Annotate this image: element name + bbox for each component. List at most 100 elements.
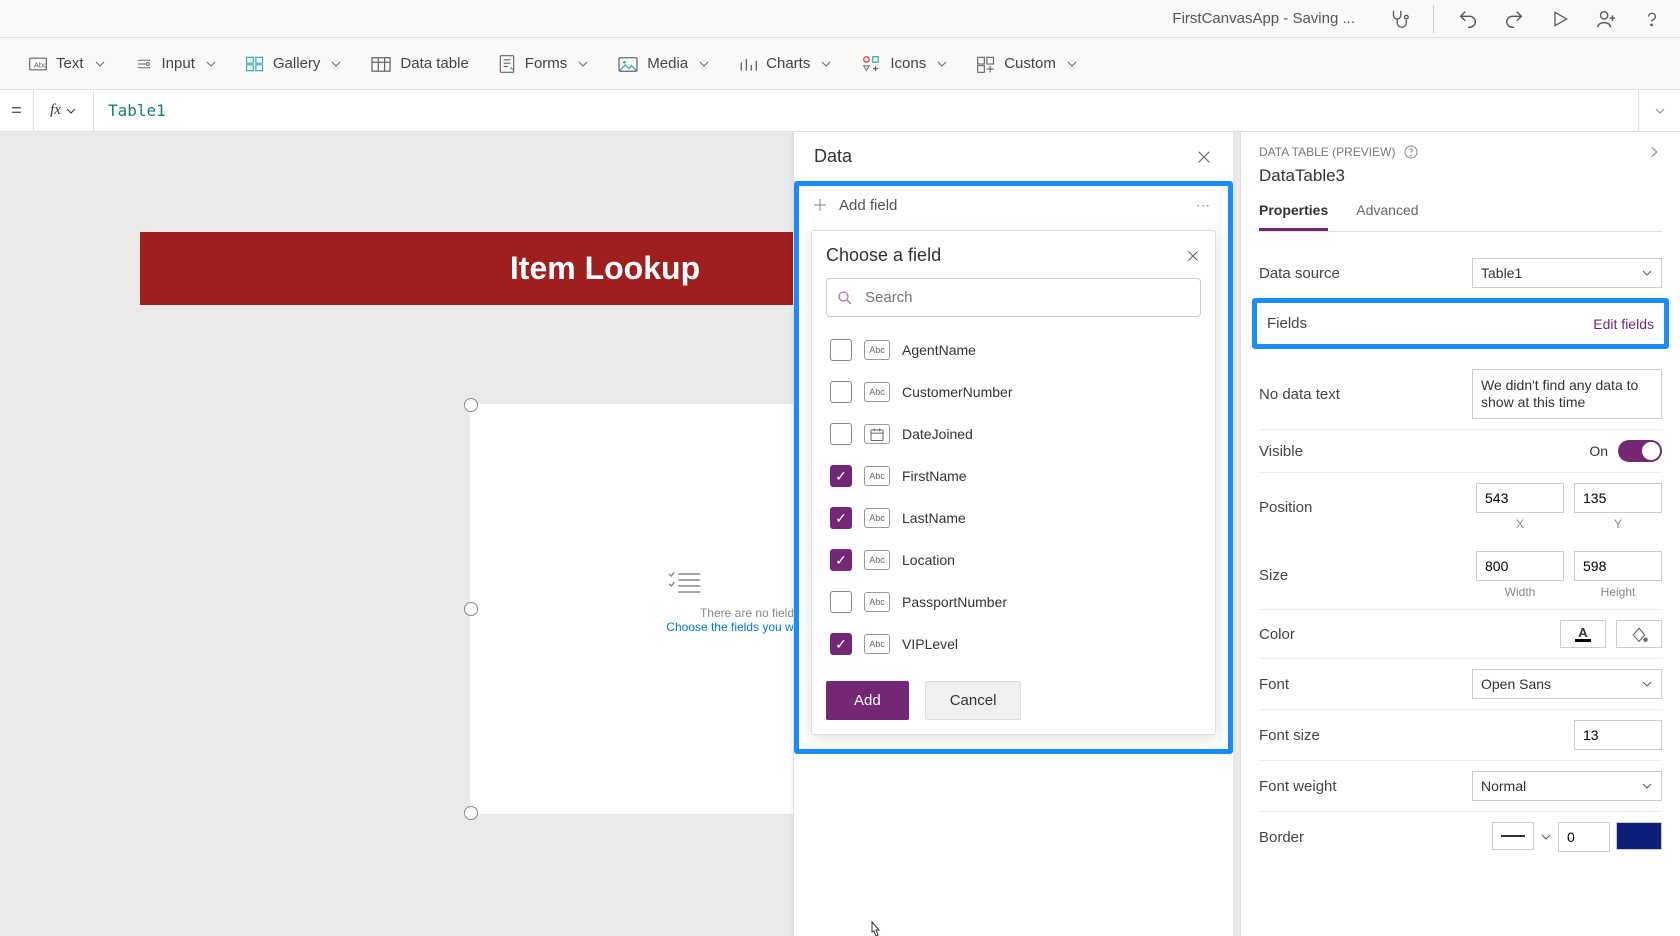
text-type-icon: Abc [864, 340, 890, 360]
text-type-icon: Abc [864, 466, 890, 486]
resize-handle[interactable] [464, 806, 478, 820]
row-size: Size Width Height [1259, 541, 1662, 610]
close-icon[interactable] [1195, 148, 1213, 166]
fill-color-swatch[interactable] [1616, 620, 1662, 648]
datasource-value: Table1 [1481, 265, 1522, 281]
input-border-width[interactable] [1558, 822, 1610, 852]
search-wrap [826, 278, 1201, 317]
add-button[interactable]: Add [826, 681, 909, 720]
ribbon-text[interactable]: Abc Text [28, 55, 106, 73]
checkbox[interactable] [830, 633, 852, 655]
ribbon-charts[interactable]: Charts [738, 55, 832, 73]
label-y: Y [1614, 517, 1622, 531]
row-color: Color A [1259, 610, 1662, 659]
label-datasource: Data source [1259, 265, 1340, 282]
resize-handle[interactable] [464, 602, 478, 616]
canvas-area[interactable]: Item Lookup There are no fields Choose t… [0, 132, 1240, 936]
popup-title: Choose a field [826, 245, 941, 266]
help-icon[interactable] [1640, 7, 1664, 31]
stethoscope-icon[interactable] [1387, 7, 1411, 31]
field-item[interactable]: DateJoined [826, 413, 1201, 455]
ribbon: Abc Text Input Gallery Data table Forms … [0, 38, 1680, 90]
input-fontsize[interactable] [1574, 720, 1662, 750]
input-pos-y[interactable] [1574, 483, 1662, 513]
cancel-button[interactable]: Cancel [925, 681, 1022, 720]
row-visible: Visible On [1259, 430, 1662, 473]
field-item[interactable]: Abc FirstName [826, 455, 1201, 497]
ribbon-input[interactable]: Input [134, 55, 217, 73]
row-nodata: No data text We didn't find any data to … [1259, 359, 1662, 430]
props-category: DATA TABLE (PREVIEW) [1259, 145, 1395, 159]
field-item[interactable]: AbcVIPLevel [826, 623, 1201, 665]
label-nodata: No data text [1259, 386, 1340, 403]
ribbon-gallery[interactable]: Gallery [245, 55, 343, 73]
undo-icon[interactable] [1456, 7, 1480, 31]
ribbon-text-label: Text [56, 55, 84, 72]
checkbox[interactable] [830, 465, 852, 487]
chevron-right-icon[interactable] [1646, 144, 1662, 160]
checkbox[interactable] [830, 549, 852, 571]
ribbon-custom[interactable]: Custom [976, 55, 1078, 73]
toggle-visible[interactable] [1618, 440, 1662, 462]
row-border: Border [1259, 812, 1662, 862]
border-style-select[interactable] [1492, 822, 1534, 850]
field-name: AgentName [902, 342, 976, 358]
add-field-label: Add field [839, 197, 897, 214]
text-type-icon: Abc [864, 592, 890, 612]
input-width[interactable] [1476, 551, 1564, 581]
share-icon[interactable] [1594, 7, 1618, 31]
field-item[interactable]: AbcLocation [826, 539, 1201, 581]
field-item[interactable]: AbcPassportNumber [826, 581, 1201, 623]
checkbox[interactable] [830, 423, 852, 445]
input-nodata[interactable]: We didn't find any data to show at this … [1472, 369, 1662, 419]
field-item[interactable]: AbcCustomerNumber [826, 371, 1201, 413]
search-input[interactable] [826, 278, 1201, 317]
checkbox[interactable] [830, 339, 852, 361]
formula-fx[interactable]: fx [34, 90, 94, 131]
input-pos-x[interactable] [1476, 483, 1564, 513]
control-name: DataTable3 [1259, 166, 1662, 186]
select-fontweight[interactable]: Normal [1472, 771, 1662, 801]
select-datasource[interactable]: Table1 [1472, 258, 1662, 288]
field-name: FirstName [902, 468, 967, 484]
redo-icon[interactable] [1502, 7, 1526, 31]
field-list: AbcAgentNameAbcCustomerNumberDateJoinedA… [826, 329, 1201, 665]
input-height[interactable] [1574, 551, 1662, 581]
field-item[interactable]: Abc AgentName [826, 329, 1201, 371]
tab-properties[interactable]: Properties [1259, 196, 1328, 231]
play-icon[interactable] [1548, 7, 1572, 31]
checkbox[interactable] [830, 591, 852, 613]
search-icon [836, 289, 854, 307]
checkbox[interactable] [830, 507, 852, 529]
data-panel-header: Data [794, 132, 1233, 181]
ribbon-forms[interactable]: Forms [497, 54, 590, 74]
add-field-button[interactable]: Add field [811, 196, 1180, 214]
font-color-swatch[interactable]: A [1560, 620, 1606, 648]
text-type-icon: Abc [864, 382, 890, 402]
tab-advanced[interactable]: Advanced [1356, 196, 1418, 231]
select-font[interactable]: Open Sans [1472, 669, 1662, 699]
formula-bar: = fx [0, 90, 1680, 132]
ribbon-datatable[interactable]: Data table [370, 55, 468, 73]
formula-expand[interactable] [1638, 90, 1680, 131]
formula-input[interactable] [108, 101, 1624, 120]
edit-fields-link[interactable]: Edit fields [1593, 316, 1654, 332]
border-color-swatch[interactable] [1616, 822, 1662, 850]
row-fontweight: Font weight Normal [1259, 761, 1662, 812]
highlighted-region: Add field ⋯ Choose a field [794, 181, 1233, 754]
checkbox[interactable] [830, 381, 852, 403]
ribbon-media[interactable]: Media [617, 55, 710, 73]
info-icon[interactable] [1403, 144, 1419, 160]
add-field-row: Add field ⋯ [799, 186, 1228, 224]
ribbon-charts-label: Charts [766, 55, 810, 72]
label-x: X [1516, 517, 1524, 531]
ribbon-icons[interactable]: Icons [860, 54, 948, 74]
svg-text:Abc: Abc [34, 60, 47, 69]
formula-equals: = [0, 90, 34, 131]
more-icon[interactable]: ⋯ [1190, 197, 1216, 214]
field-name: VIPLevel [902, 636, 958, 652]
field-item[interactable]: AbcLastName [826, 497, 1201, 539]
close-icon[interactable] [1185, 248, 1201, 264]
resize-handle[interactable] [464, 398, 478, 412]
label-position: Position [1259, 499, 1312, 516]
